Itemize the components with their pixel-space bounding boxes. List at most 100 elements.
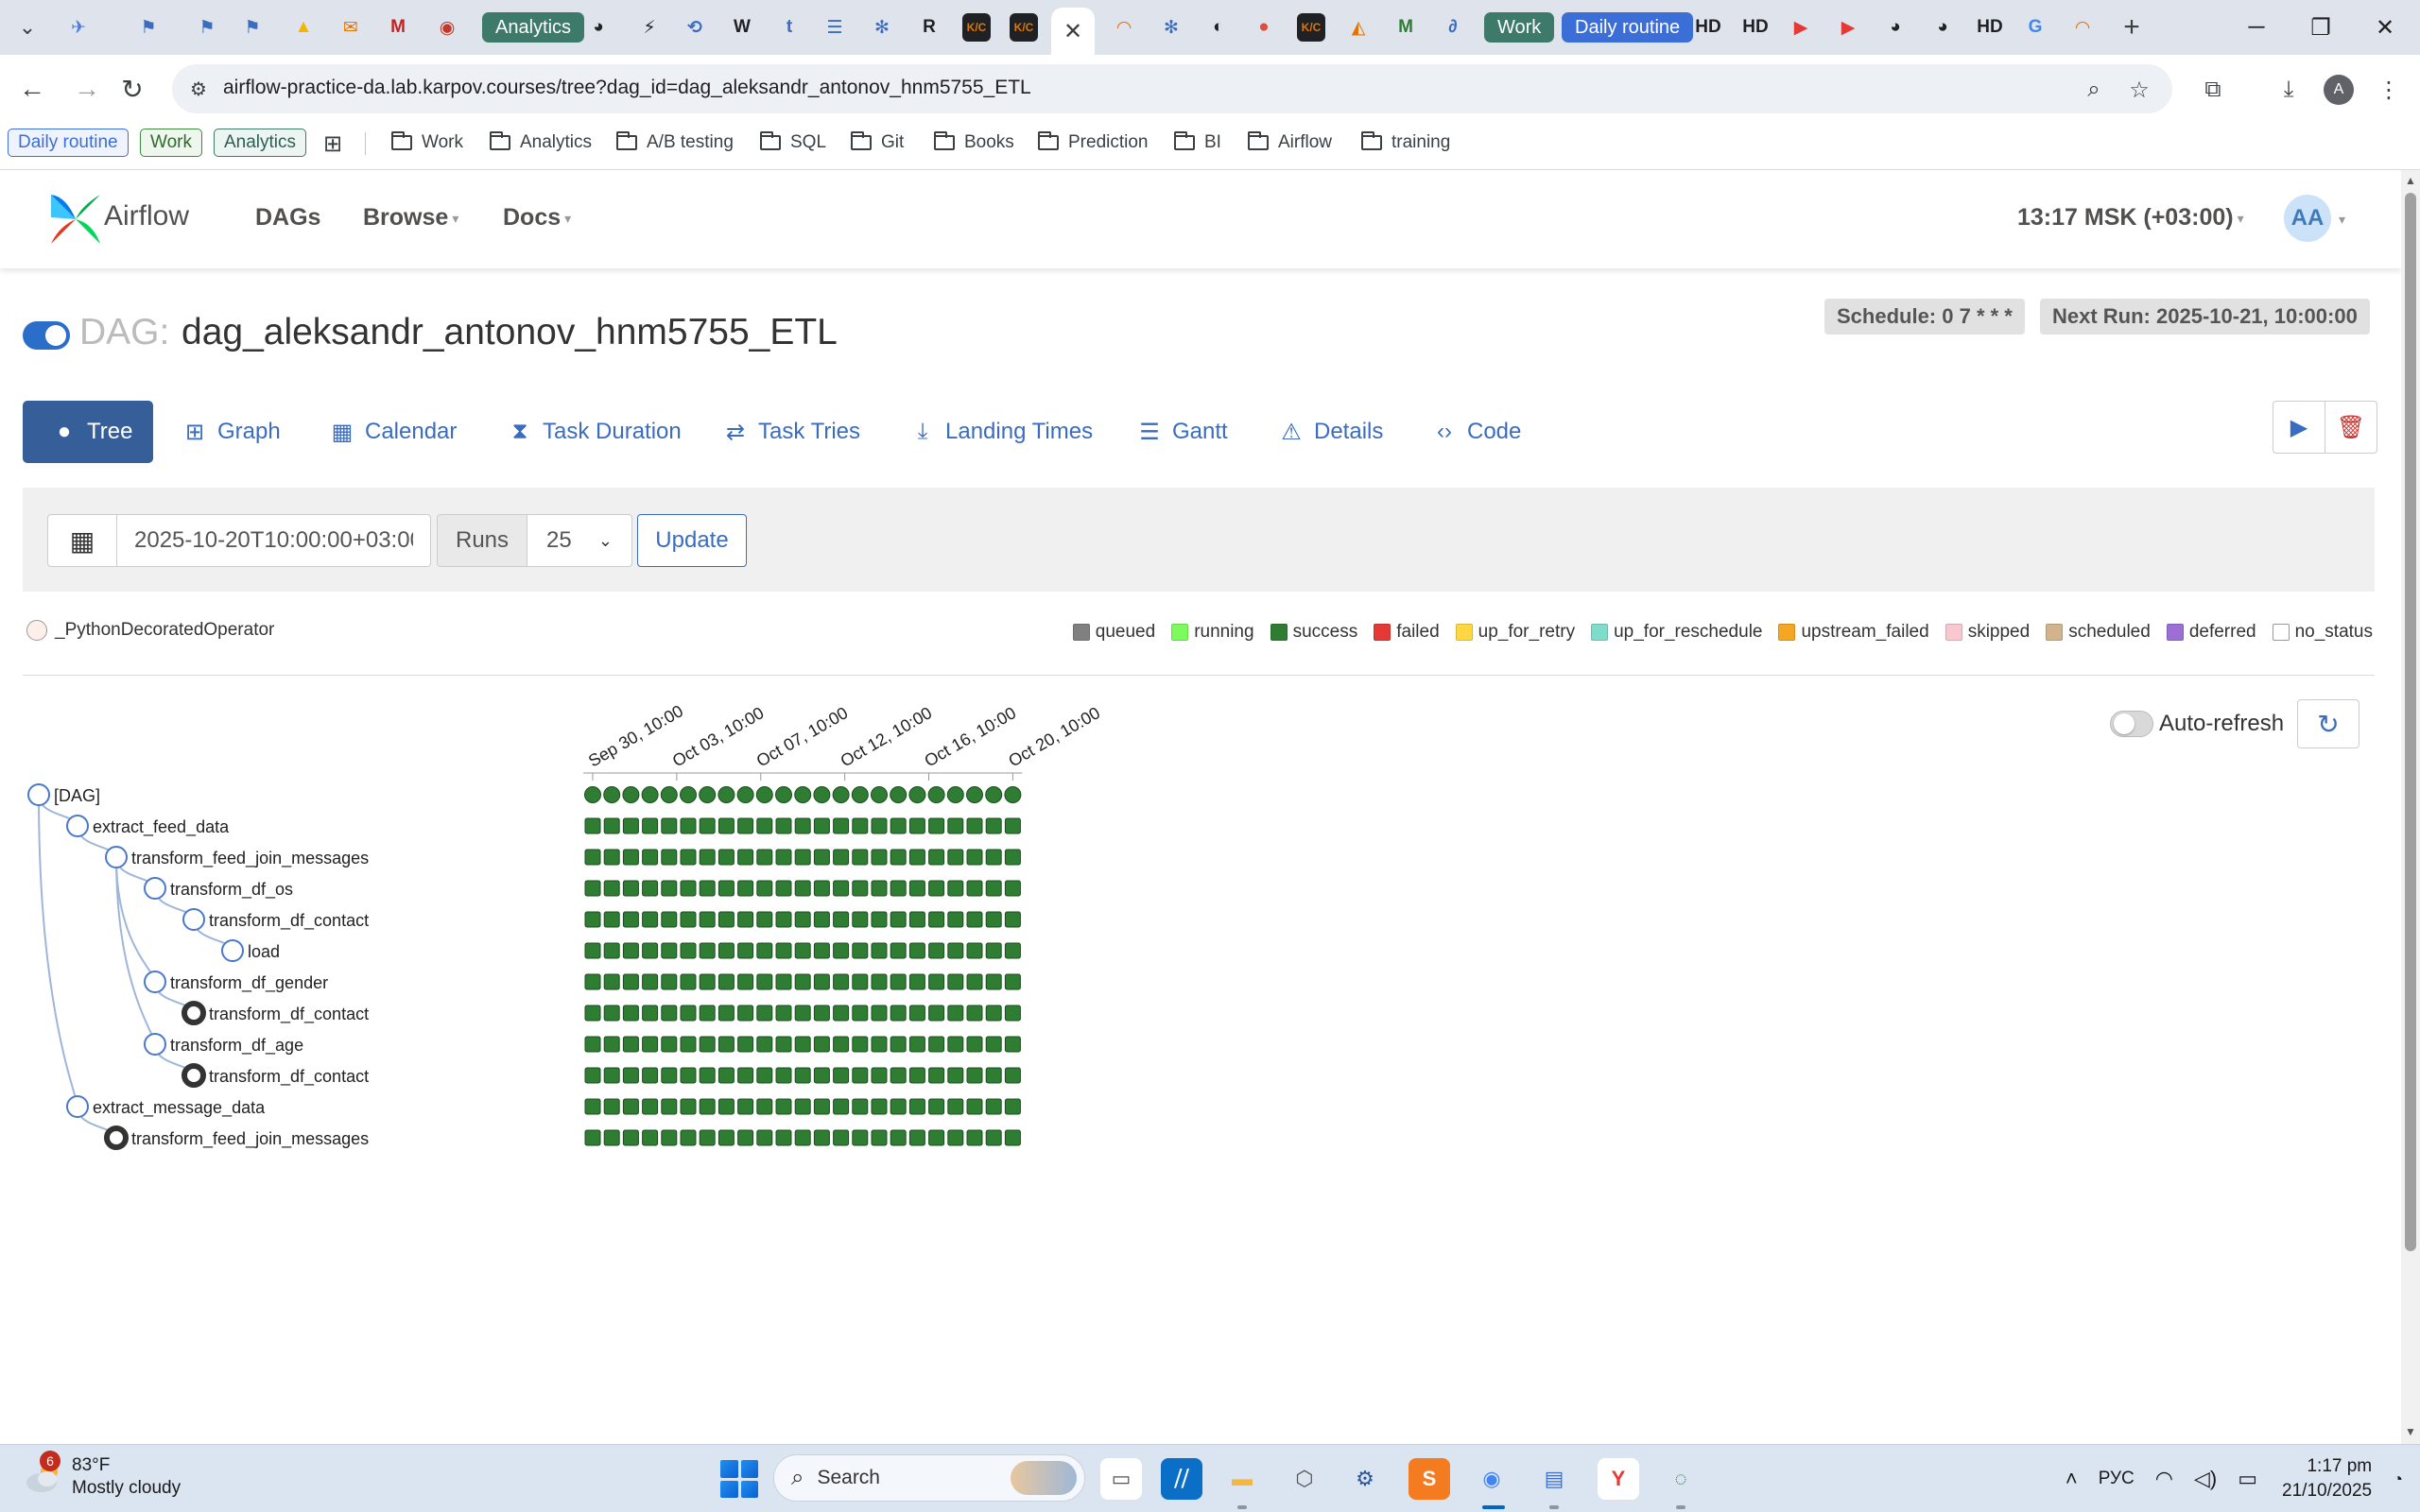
task-instance-status[interactable] (584, 973, 601, 990)
tab-tree[interactable]: ● Tree (23, 401, 153, 463)
task-instance-status[interactable] (794, 1036, 811, 1053)
bookmark-folder[interactable]: Work (391, 129, 463, 157)
task-instance-status[interactable] (852, 1067, 869, 1084)
task-instance-status[interactable] (833, 942, 850, 959)
task-label[interactable]: extract_feed_data (93, 817, 230, 837)
task-instance-status[interactable] (661, 911, 678, 928)
dag-run-status[interactable] (966, 786, 983, 803)
task-instance-status[interactable] (794, 1067, 811, 1084)
tab-favicon-round-icon[interactable]: ◉ (433, 13, 461, 42)
task-instance-status[interactable] (737, 849, 754, 866)
bookmark-folder[interactable]: BI (1174, 129, 1221, 157)
task-instance-status[interactable] (737, 1098, 754, 1115)
task-instance-status[interactable] (928, 1129, 945, 1146)
task-instance-status[interactable] (1004, 1067, 1021, 1084)
extensions-icon[interactable]: ⧉ (2197, 74, 2229, 106)
task-label[interactable]: [DAG] (54, 786, 100, 805)
dag-run-status[interactable] (755, 786, 773, 803)
task-node[interactable] (144, 1033, 166, 1056)
task-instance-status[interactable] (833, 1129, 850, 1146)
legend-item-upstream-failed[interactable]: upstream_failed (1778, 622, 1929, 643)
task-instance-status[interactable] (756, 817, 773, 834)
task-instance-status[interactable] (813, 880, 830, 897)
task-instance-status[interactable] (680, 911, 697, 928)
task-instance-status[interactable] (622, 1067, 639, 1084)
task-instance-status[interactable] (584, 817, 601, 834)
task-instance-status[interactable] (775, 1005, 792, 1022)
app-tools-icon[interactable]: ⚙ (1344, 1458, 1386, 1500)
task-instance-status[interactable] (852, 817, 869, 834)
task-instance-status[interactable] (680, 1067, 697, 1084)
task-instance-status[interactable] (794, 1005, 811, 1022)
task-instance-status[interactable] (680, 849, 697, 866)
task-instance-status[interactable] (622, 911, 639, 928)
dag-run-status[interactable] (813, 786, 831, 803)
tab-favicon-github-icon[interactable]: ◕ (1881, 13, 1910, 42)
task-instance-status[interactable] (756, 849, 773, 866)
task-instance-status[interactable] (603, 849, 620, 866)
tab-group-daily-routine[interactable]: Daily routine (1562, 12, 1694, 43)
task-label[interactable]: transform_feed_join_messages (131, 1129, 369, 1149)
task-instance-status[interactable] (890, 1036, 907, 1053)
task-instance-status[interactable] (584, 1129, 601, 1146)
battery-icon[interactable]: ▭ (2238, 1467, 2257, 1491)
task-instance-status[interactable] (775, 849, 792, 866)
tab-favicon-youtube-icon[interactable]: ▶ (1834, 13, 1862, 42)
task-instance-status[interactable] (775, 1098, 792, 1115)
task-instance-status[interactable] (717, 1098, 735, 1115)
task-instance-status[interactable] (756, 1129, 773, 1146)
airflow-logo-icon[interactable] (45, 189, 106, 249)
task-instance-status[interactable] (1004, 942, 1021, 959)
calendar-picker-button[interactable]: ▦ (47, 514, 117, 567)
reload-icon[interactable]: ↻ (112, 68, 153, 110)
task-instance-status[interactable] (871, 849, 888, 866)
task-instance-status[interactable] (603, 1005, 620, 1022)
task-instance-status[interactable] (928, 1067, 945, 1084)
weather-widget[interactable]: 6 83°F Mostly cloudy (23, 1451, 181, 1500)
scrollbar-thumb[interactable] (2405, 193, 2416, 1251)
scroll-down-icon[interactable]: ▼ (2405, 1425, 2416, 1440)
task-instance-status[interactable] (871, 1036, 888, 1053)
task-instance-status[interactable] (584, 1067, 601, 1084)
task-instance-status[interactable] (908, 1036, 925, 1053)
task-instance-status[interactable] (699, 880, 716, 897)
tab-favicon-chat-icon[interactable]: ● (1250, 13, 1278, 42)
task-instance-status[interactable] (1004, 1005, 1021, 1022)
task-instance-status[interactable] (642, 1129, 659, 1146)
task-instance-status[interactable] (699, 973, 716, 990)
task-instance-status[interactable] (642, 973, 659, 990)
task-instance-status[interactable] (890, 942, 907, 959)
task-instance-status[interactable] (717, 817, 735, 834)
tab-favicon-youtube-icon[interactable]: ▶ (1787, 13, 1815, 42)
tab-favicon-drive-icon[interactable]: ▲ (289, 13, 318, 42)
task-instance-status[interactable] (661, 1005, 678, 1022)
tab-favicon-t-icon[interactable]: t (775, 13, 804, 42)
task-instance-status[interactable] (833, 973, 850, 990)
timezone-clock[interactable]: 13:17 MSK (+03:00) ▾ (2017, 204, 2244, 232)
task-instance-status[interactable] (642, 1098, 659, 1115)
dag-run-status[interactable] (946, 786, 964, 803)
task-instance-status[interactable] (928, 817, 945, 834)
tab-favicon-circle-icon[interactable]: ◐ (1204, 13, 1233, 42)
task-instance-status[interactable] (833, 1067, 850, 1084)
tab-landing-times[interactable]: ⤓ Landing Times (904, 401, 1098, 463)
tab-favicon-github-icon[interactable]: ◕ (584, 13, 613, 42)
task-node-collapsed[interactable] (182, 1063, 206, 1088)
task-instance-status[interactable] (775, 817, 792, 834)
task-view-icon[interactable]: ▭ (1100, 1458, 1142, 1500)
legend-item-no-status[interactable]: no_status (2272, 622, 2373, 643)
task-instance-status[interactable] (852, 880, 869, 897)
new-tab-button[interactable]: + (2116, 11, 2148, 43)
task-instance-status[interactable] (985, 1129, 1002, 1146)
task-instance-status[interactable] (737, 880, 754, 897)
task-instance-status[interactable] (699, 817, 716, 834)
task-instance-status[interactable] (871, 911, 888, 928)
task-instance-status[interactable] (890, 911, 907, 928)
task-instance-status[interactable] (871, 942, 888, 959)
menu-dags[interactable]: DAGs (255, 204, 320, 232)
chevron-up-icon[interactable]: ˄ (2066, 1467, 2078, 1491)
dag-run-status[interactable] (660, 786, 678, 803)
runs-select[interactable]: 25 ⌄ (527, 514, 632, 567)
task-instance-status[interactable] (699, 1098, 716, 1115)
task-instance-status[interactable] (794, 942, 811, 959)
